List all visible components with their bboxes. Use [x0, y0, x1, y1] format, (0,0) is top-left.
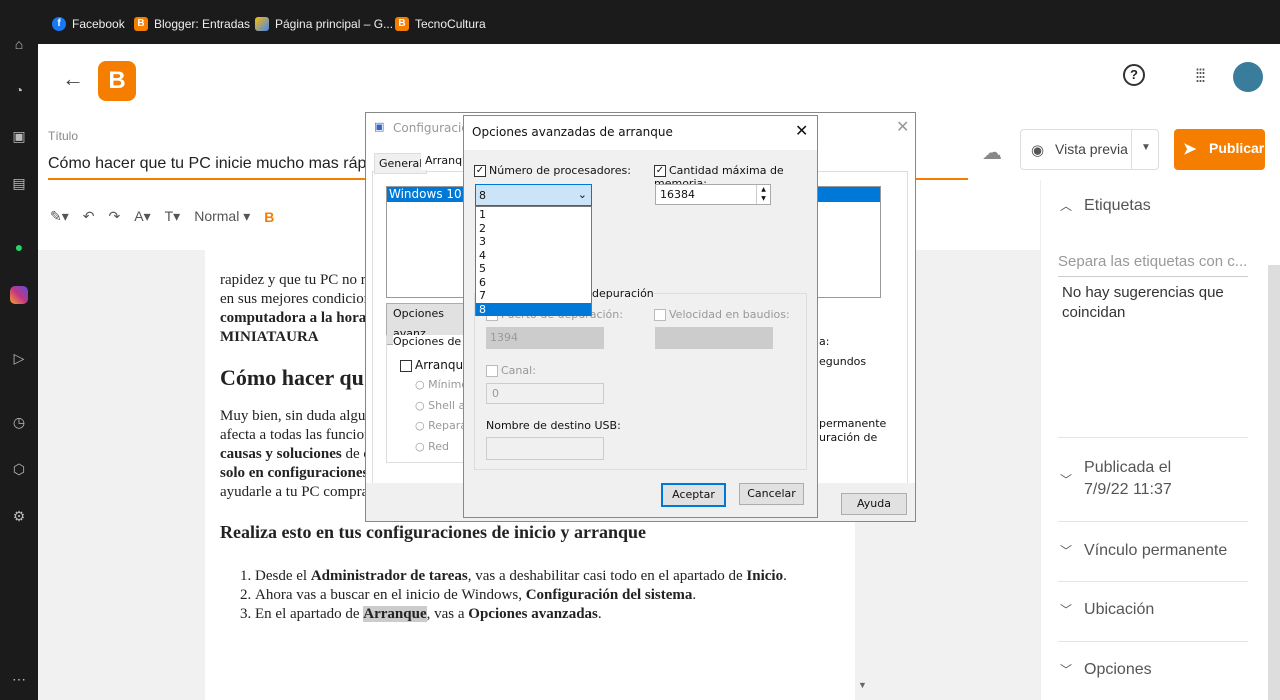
bookmark-google[interactable]: Página principal – G... [255, 17, 393, 31]
blogger-icon: B [395, 17, 409, 31]
subheading: Realiza esto en tus configuraciones de i… [220, 522, 646, 542]
gamepad-icon[interactable]: ⌂ [10, 35, 28, 53]
list-item: Desde el Administrador de tareas, vas a … [255, 567, 840, 586]
bookmark-tecnocultura[interactable]: B TecnoCultura [395, 17, 486, 31]
permalink-section[interactable]: ﹀ Vínculo permanente [1060, 542, 1227, 560]
radio-network[interactable]: ○ Red [415, 440, 449, 453]
advanced-boot-dialog: Opciones avanzadas de arranque ✕ ✓ Número… [463, 115, 818, 518]
editor-toolbar: ✎▾ ↶ ↷ A▾ T▾ Normal ▾ B [50, 208, 274, 225]
processor-option[interactable]: 4 [476, 249, 591, 263]
help-icon[interactable]: ? [1123, 64, 1145, 86]
baud-select[interactable] [655, 327, 773, 349]
num-processors-select[interactable]: 8 ⌄ [475, 184, 592, 206]
max-memory-input[interactable]: 16384 ▲ ▼ [655, 184, 771, 205]
list-item: En el apartado de Arranque, vas a Opcion… [255, 605, 840, 624]
channel-input[interactable]: 0 [486, 383, 604, 404]
processor-option[interactable]: 6 [476, 276, 591, 290]
blogger-logo[interactable]: B [98, 61, 136, 101]
chevron-down-icon: ⌄ [577, 188, 587, 201]
undo-icon[interactable]: ↶ [83, 208, 95, 225]
tab-general[interactable]: General [374, 153, 428, 174]
labels-section[interactable]: ︿ Etiquetas [1060, 197, 1151, 215]
processor-option[interactable]: 3 [476, 235, 591, 249]
gear-icon[interactable]: ⚙ [10, 507, 28, 525]
num-processors-checkbox[interactable]: ✓ Número de procesadores: [474, 164, 631, 177]
debug-port-select[interactable]: 1394 [486, 327, 604, 349]
published-section[interactable]: ﹀Publicada el 7/9/22 11:37 [1060, 457, 1172, 501]
list-item: Ahora vas a buscar en el inicio de Windo… [255, 586, 840, 605]
bag-icon[interactable]: ▣ [10, 127, 28, 145]
cloud-saved-icon: ☁ [982, 142, 1002, 164]
publish-button[interactable]: ➤ Publicar [1174, 129, 1265, 170]
bookmark-facebook[interactable]: f Facebook [52, 17, 125, 31]
google-ads-icon [255, 17, 269, 31]
cube-icon[interactable]: ⬡ [10, 460, 28, 478]
help-button[interactable]: Ayuda [841, 493, 907, 515]
config-icon: ▣ [374, 120, 385, 133]
send-icon: ➤ [1183, 141, 1197, 158]
bookmarks-bar: f Facebook B Blogger: Entradas Página prin… [0, 0, 1280, 44]
instagram-icon[interactable] [10, 286, 28, 304]
processor-option[interactable]: 8 [476, 302, 591, 316]
processor-option[interactable]: 5 [476, 262, 591, 276]
text-size-icon[interactable]: T▾ [165, 208, 181, 225]
eye-icon: ◉ [1031, 142, 1045, 159]
channel-checkbox[interactable]: Canal: [486, 364, 536, 377]
labels-input[interactable]: Separa las etiquetas con c... [1058, 253, 1248, 277]
play-icon[interactable]: ▷ [10, 349, 28, 367]
options-section[interactable]: ﹀ Opciones [1060, 661, 1152, 679]
back-arrow-icon[interactable]: ← [62, 66, 84, 92]
steps-list: Desde el Administrador de tareas, vas a … [220, 567, 840, 624]
title-label: Título [48, 129, 79, 143]
side-scrollbar[interactable] [1268, 265, 1280, 700]
accept-button[interactable]: Aceptar [661, 483, 726, 507]
bookmark-blogger[interactable]: B Blogger: Entradas [134, 17, 250, 31]
apps-grid-icon[interactable]: ⁞⁞⁞ [1195, 66, 1206, 87]
clock-icon[interactable]: ◷ [10, 413, 28, 431]
close-icon[interactable]: ✕ [795, 121, 808, 140]
processor-option[interactable]: 7 [476, 289, 591, 303]
usb-target-input[interactable] [486, 437, 604, 460]
preview-button[interactable]: ◉ Vista previa ▼ [1020, 129, 1159, 170]
browser-sidebar: ⌂ ◔ ▣ ▤ ● ▷ ◷ ⬡ ⚙ ⋯ [0, 0, 38, 700]
chevron-down-icon[interactable]: ▼ [1141, 142, 1151, 153]
speedometer-icon[interactable]: ◔ [10, 81, 28, 99]
bold-icon[interactable]: B [264, 209, 274, 225]
facebook-icon: f [52, 17, 66, 31]
twitch-icon[interactable]: ▤ [10, 174, 28, 192]
whatsapp-icon[interactable]: ● [10, 238, 28, 256]
blogger-icon: B [134, 17, 148, 31]
location-section[interactable]: ﹀ Ubicación [1060, 601, 1154, 619]
dialog-title: Opciones avanzadas de arranque [472, 125, 673, 139]
format-select[interactable]: Normal ▾ [194, 208, 250, 225]
font-icon[interactable]: A▾ [134, 208, 150, 225]
baud-checkbox[interactable]: Velocidad en baudios: [654, 308, 790, 321]
close-icon[interactable]: ✕ [896, 117, 909, 136]
radio-minimal[interactable]: ○ Mínimo [415, 378, 468, 391]
spinner-icon: ▲ ▼ [756, 185, 770, 204]
pen-icon[interactable]: ✎▾ [50, 208, 69, 225]
cancel-button[interactable]: Cancelar [739, 483, 804, 505]
more-icon[interactable]: ⋯ [10, 670, 28, 688]
processor-option[interactable]: 1 [476, 208, 591, 222]
redo-icon[interactable]: ↷ [109, 208, 121, 225]
processor-option[interactable]: 2 [476, 222, 591, 236]
avatar[interactable] [1233, 62, 1263, 92]
processors-dropdown-list[interactable]: 12345678 [475, 206, 592, 316]
